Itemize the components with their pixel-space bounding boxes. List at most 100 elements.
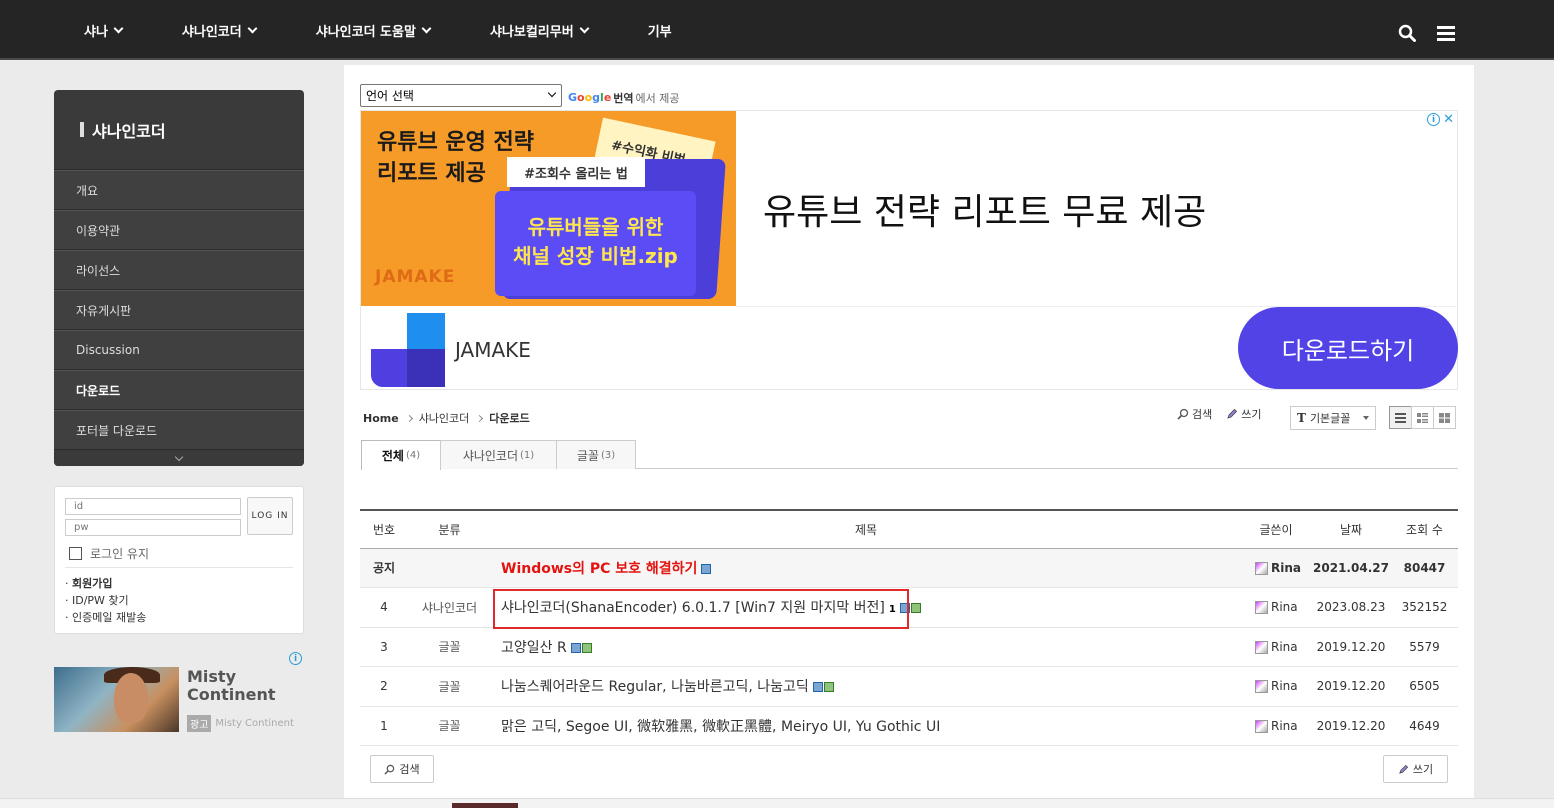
ad-banner[interactable]: 유튜브 운영 전략 리포트 제공 #수익화 비법 #조회수 올리는 법 유튜버들을… <box>360 110 1458 390</box>
row-title-link[interactable]: 샤나인코더(ShanaEncoder) 6.0.1.7 [Win7 지원 마지막… <box>501 600 885 616</box>
sidebar-item-discussion[interactable]: Discussion <box>54 330 304 370</box>
nav-item-help[interactable]: 샤나인코더 도움말 <box>316 21 432 40</box>
table-row: 3 글꼴 고양일산 R Rina 2019.12.20 5579 <box>360 627 1458 667</box>
row-no: 2 <box>360 666 408 707</box>
gallery-view-button[interactable] <box>1433 406 1456 429</box>
nav-item-shanaencoder[interactable]: 샤나인코더 <box>181 21 258 40</box>
login-box: LOG IN 로그인 유지 · 회원가입 · ID/PW 찾기 · 인증메일 재… <box>54 486 304 634</box>
row-author[interactable]: Rina <box>1241 706 1311 746</box>
table-row: 4 샤나인코더 샤나인코더(ShanaEncoder) 6.0.1.7 [Win… <box>360 587 1458 628</box>
banner-headline[interactable]: 유튜브 전략 리포트 무료 제공 <box>763 183 1206 235</box>
language-select[interactable]: 언어 선택 <box>360 84 562 107</box>
bottom-search-button[interactable]: 검색 <box>370 755 434 783</box>
row-title-cell: 샤나인코더(ShanaEncoder) 6.0.1.7 [Win7 지원 마지막… <box>491 587 1241 628</box>
member-icon <box>1255 640 1268 654</box>
search-icon <box>384 764 395 775</box>
signup-link[interactable]: · 회원가입 <box>65 575 146 592</box>
sidebar-item-overview[interactable]: 개요 <box>54 170 304 210</box>
pw-input[interactable] <box>65 519 241 536</box>
webzine-view-button[interactable] <box>1411 406 1434 429</box>
table-header-row: 번호 분류 제목 글쓴이 날짜 조회 수 <box>360 510 1458 549</box>
header-author[interactable]: 글쓴이 <box>1241 510 1311 549</box>
banner-brand-logo: JAMAKE <box>375 267 456 287</box>
comment-count[interactable]: 1 <box>889 604 896 615</box>
sidebar-scroll-hint[interactable] <box>54 450 304 466</box>
sidebar-menu: 샤나인코더 개요 이용약관 라이선스 자유게시판 Discussion 다운로드… <box>54 90 304 466</box>
sidebar-item-free-board[interactable]: 자유게시판 <box>54 290 304 330</box>
tab-font[interactable]: 글꼴 (3) <box>556 440 636 469</box>
row-title-link[interactable]: 고양일산 R <box>501 640 567 656</box>
row-title-link[interactable]: 나눔스퀘어라운드 Regular, 나눔바른고딕, 나눔고딕 <box>501 679 809 695</box>
bottom-ad-thumb[interactable] <box>452 803 518 808</box>
header-title[interactable]: 제목 <box>491 510 1241 549</box>
ad-thumbnail[interactable] <box>54 667 179 732</box>
close-icon[interactable]: ✕ <box>1443 113 1454 126</box>
ad-title[interactable]: Misty Continent <box>187 668 287 704</box>
header-date[interactable]: 날짜 <box>1311 510 1391 549</box>
breadcrumb-item[interactable]: 샤나인코더 <box>419 410 470 426</box>
row-category[interactable]: 글꼴 <box>408 706 491 746</box>
nav-item-donate[interactable]: 기부 <box>648 21 672 40</box>
row-author[interactable]: Rina <box>1241 587 1311 628</box>
row-views: 80447 <box>1391 548 1458 588</box>
row-views: 352152 <box>1391 587 1458 628</box>
banner-artwork[interactable]: 유튜브 운영 전략 리포트 제공 #수익화 비법 #조회수 올리는 법 유튜버들을… <box>361 111 736 306</box>
chevron-down-icon <box>174 452 184 461</box>
nav-label: 샤나인코더 <box>181 24 242 40</box>
top-nav-bar: 샤나 샤나인코더 샤나인코더 도움말 샤나보컬리무버 기부 <box>0 0 1554 60</box>
tab-all[interactable]: 전체 (4) <box>361 440 441 470</box>
menu-icon[interactable] <box>1437 26 1455 41</box>
jamake-logo-icon <box>371 313 445 387</box>
header-views[interactable]: 조회 수 <box>1391 510 1458 549</box>
banner-brand-name[interactable]: JAMAKE <box>455 338 531 362</box>
attachment-icon <box>899 603 910 614</box>
row-title-link[interactable]: Windows의 PC 보호 해결하기 <box>501 561 697 577</box>
google-logo[interactable]: Google <box>568 91 611 104</box>
row-category[interactable]: 글꼴 <box>408 666 491 707</box>
ad-info-icon[interactable]: i <box>1427 113 1441 126</box>
row-category[interactable]: 샤나인코더 <box>408 587 491 628</box>
id-input[interactable] <box>65 498 241 515</box>
login-button[interactable]: LOG IN <box>247 497 293 535</box>
nav-item-vocal-remover[interactable]: 샤나보컬리무버 <box>490 21 590 40</box>
gallery-view-icon <box>1439 412 1450 423</box>
keep-login[interactable]: 로그인 유지 <box>69 545 149 562</box>
image-icon <box>823 682 834 693</box>
list-view-button[interactable] <box>1389 406 1412 429</box>
header-category[interactable]: 분류 <box>408 510 491 549</box>
breadcrumb: Home 샤나인코더 다운로드 <box>363 410 530 426</box>
ad-source: Misty Continent <box>215 718 294 729</box>
row-author[interactable]: Rina <box>1241 548 1311 588</box>
search-icon[interactable] <box>1398 24 1416 42</box>
font-select[interactable]: T 기본글꼴 <box>1290 406 1376 430</box>
breadcrumb-current[interactable]: 다운로드 <box>489 410 529 426</box>
tab-shanaencoder[interactable]: 샤나인코더 (1) <box>440 440 557 469</box>
row-author[interactable]: Rina <box>1241 627 1311 667</box>
row-title-link[interactable]: 맑은 고딕, Segoe UI, 微软雅黑, 微軟正黑體, Meiryo UI,… <box>501 719 940 735</box>
translate-credit: Google 번역 에서 제공 <box>568 91 680 105</box>
sidebar-item-terms[interactable]: 이용약관 <box>54 210 304 250</box>
write-tool[interactable]: 쓰기 <box>1226 406 1262 422</box>
keep-login-label: 로그인 유지 <box>90 547 150 561</box>
row-category[interactable]: 글꼴 <box>408 627 491 667</box>
sidebar-item-download[interactable]: 다운로드 <box>54 370 304 410</box>
search-tool[interactable]: 검색 <box>1177 406 1212 422</box>
download-cta-button[interactable]: 다운로드하기 <box>1238 307 1458 389</box>
ad-info-icon[interactable]: i <box>289 652 302 665</box>
nav-label: 샤나 <box>84 24 108 40</box>
row-author[interactable]: Rina <box>1241 666 1311 707</box>
resend-mail-link[interactable]: · 인증메일 재발송 <box>65 609 146 626</box>
row-views: 5579 <box>1391 627 1458 667</box>
ad-choices: i ✕ <box>1427 113 1454 126</box>
find-idpw-link[interactable]: · ID/PW 찾기 <box>65 592 146 609</box>
breadcrumb-home[interactable]: Home <box>363 412 399 425</box>
row-title-cell: 맑은 고딕, Segoe UI, 微软雅黑, 微軟正黑體, Meiryo UI,… <box>491 706 1241 746</box>
sidebar-item-portable-download[interactable]: 포터블 다운로드 <box>54 410 304 450</box>
nav-item-shana[interactable]: 샤나 <box>84 21 124 40</box>
keep-login-checkbox[interactable] <box>69 547 82 560</box>
banner-note: #조회수 올리는 법 <box>507 157 645 187</box>
side-ad[interactable]: Misty Continent 광고 Misty Continent i <box>54 651 304 735</box>
header-no[interactable]: 번호 <box>360 510 408 549</box>
sidebar-item-license[interactable]: 라이선스 <box>54 250 304 290</box>
bottom-write-button[interactable]: 쓰기 <box>1383 755 1448 783</box>
